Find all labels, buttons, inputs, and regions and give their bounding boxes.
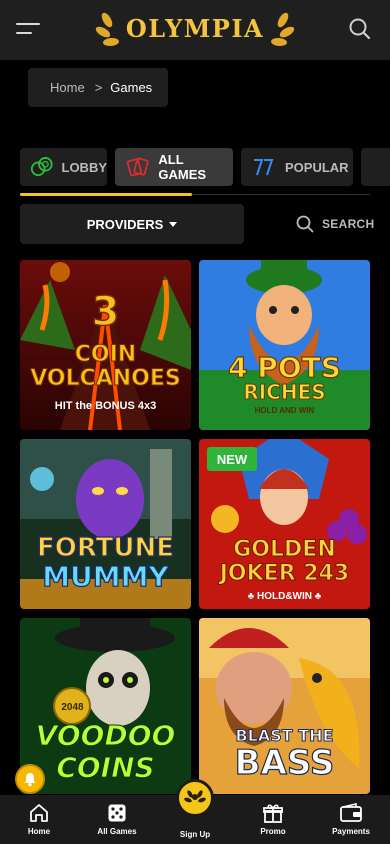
gift-icon bbox=[263, 804, 283, 823]
game-title: COINS bbox=[56, 751, 155, 784]
tab-popular-label: POPULAR bbox=[285, 159, 349, 175]
nav-all-games-label: All Games bbox=[97, 827, 137, 836]
olympia-logo[interactable]: OLYMPIA bbox=[95, 6, 295, 52]
sevens-icon bbox=[254, 159, 274, 176]
chips-icon bbox=[30, 157, 53, 177]
nav-home[interactable]: Home bbox=[0, 795, 78, 844]
tab-all-games-label: ALL GAMES bbox=[158, 152, 207, 182]
game-title: VOODOO bbox=[35, 719, 176, 752]
nav-payments[interactable]: Payments bbox=[312, 795, 390, 844]
nav-home-label: Home bbox=[27, 827, 51, 836]
nav-payments-label: Payments bbox=[332, 827, 370, 836]
nav-sign-up-label: Sign Up bbox=[179, 830, 211, 839]
coin-value: 2048 bbox=[61, 702, 84, 713]
nav-sign-up[interactable]: Sign Up bbox=[156, 779, 234, 844]
logo-text: OLYMPIA bbox=[125, 14, 265, 43]
game-title: GOLDEN bbox=[233, 537, 336, 562]
game-tile-blast-the-bass[interactable]: BLAST THE BASS bbox=[199, 618, 370, 794]
search-games-button[interactable]: SEARCH bbox=[296, 204, 376, 244]
bottom-navigation: Home All Games Sign Up Promo Payments bbox=[0, 779, 390, 844]
game-title: JOKER 243 bbox=[219, 561, 350, 586]
game-subtitle: HOLD AND WIN bbox=[254, 406, 315, 415]
chevron-right-icon: > bbox=[94, 80, 103, 95]
tab-popular[interactable]: POPULAR bbox=[241, 148, 353, 186]
game-title: COIN bbox=[74, 342, 137, 367]
game-title: 3 bbox=[91, 289, 120, 335]
new-badge: NEW bbox=[207, 447, 257, 471]
tab-lobby-label: LOBBY bbox=[61, 159, 108, 175]
wallet-icon bbox=[340, 803, 362, 822]
game-subtitle: ♣ HOLD&WIN ♣ bbox=[247, 591, 322, 602]
game-title: MUMMY bbox=[42, 560, 170, 593]
nav-all-games[interactable]: All Games bbox=[78, 795, 156, 844]
app-header: OLYMPIA bbox=[0, 0, 390, 60]
search-icon bbox=[296, 215, 314, 233]
game-tile-golden-joker-243[interactable]: NEW GOLDEN JOKER 243 ♣ HOLD&WIN ♣ bbox=[199, 439, 370, 609]
game-title: VOLCANOES bbox=[30, 366, 182, 391]
game-tile-voodoo-coins[interactable]: 2048 VOODOO COINS bbox=[20, 618, 191, 794]
hamburger-icon[interactable] bbox=[16, 18, 42, 40]
category-tabs: LOBBY ALL GAMES POPULAR bbox=[0, 148, 390, 188]
game-tile-4-pots-riches[interactable]: 4 POTS RICHES HOLD AND WIN bbox=[199, 260, 370, 430]
tab-more[interactable] bbox=[361, 148, 390, 186]
signup-circle bbox=[176, 779, 214, 817]
laurel-icon bbox=[184, 790, 206, 803]
providers-dropdown[interactable]: PROVIDERS bbox=[20, 204, 244, 244]
breadcrumb: Home > Games bbox=[28, 68, 168, 107]
tab-lobby[interactable]: LOBBY bbox=[20, 148, 107, 186]
active-tab-indicator bbox=[20, 193, 192, 196]
cards-icon bbox=[126, 157, 149, 177]
bell-icon bbox=[24, 773, 36, 787]
nav-promo[interactable]: Promo bbox=[234, 795, 312, 844]
tab-all-games[interactable]: ALL GAMES bbox=[115, 148, 233, 186]
game-title: BASS bbox=[234, 743, 335, 783]
providers-label: PROVIDERS bbox=[86, 216, 164, 232]
dice-icon bbox=[108, 804, 126, 822]
game-title: 4 POTS bbox=[227, 351, 341, 384]
search-games-label: SEARCH bbox=[322, 217, 375, 231]
game-tile-3-coin-volcanoes[interactable]: 3 COIN VOLCANOES HIT the BONUS 4x3 bbox=[20, 260, 191, 430]
caret-down-icon bbox=[169, 222, 178, 227]
nav-promo-label: Promo bbox=[260, 827, 286, 836]
home-icon bbox=[30, 804, 48, 822]
search-icon[interactable] bbox=[348, 17, 372, 41]
game-title: BLAST THE bbox=[235, 726, 334, 745]
game-title: RICHES bbox=[243, 380, 326, 404]
notification-bell-button[interactable] bbox=[15, 764, 45, 794]
breadcrumb-home-link[interactable]: Home bbox=[50, 80, 85, 95]
game-artwork bbox=[199, 260, 370, 430]
breadcrumb-current: Games bbox=[110, 80, 153, 95]
game-title: FORTUNE bbox=[36, 533, 175, 563]
game-subtitle: HIT the BONUS 4x3 bbox=[54, 400, 157, 412]
game-tile-fortune-mummy[interactable]: FORTUNE MUMMY bbox=[20, 439, 191, 609]
